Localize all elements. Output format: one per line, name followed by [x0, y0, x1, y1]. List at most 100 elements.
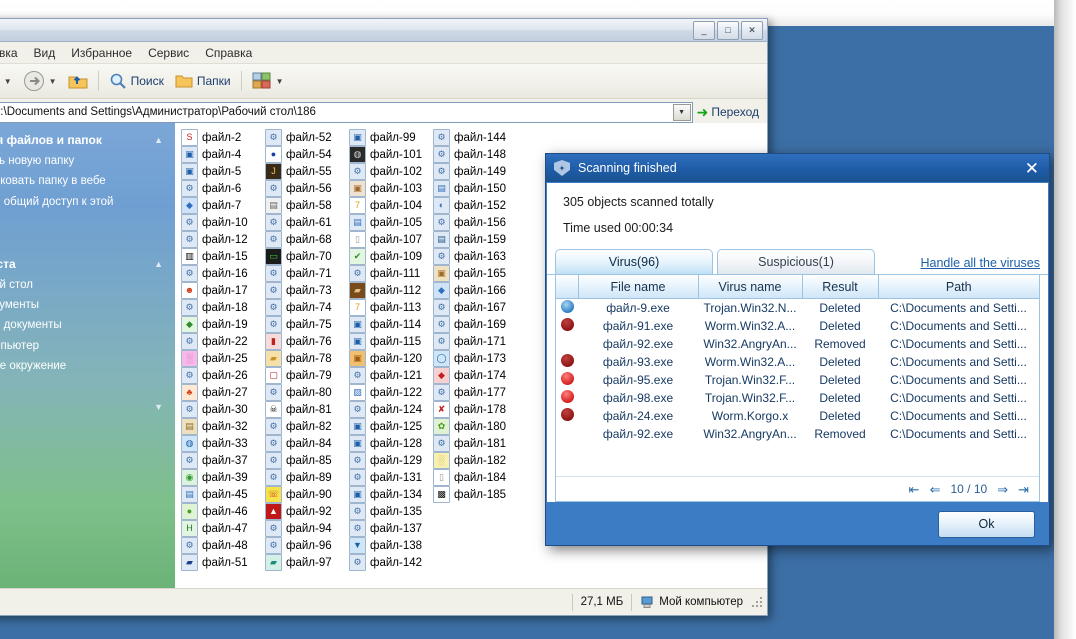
file-item[interactable]: ▰ файл-78 [265, 350, 349, 367]
scan-result-dialog[interactable]: ✦ Scanning finished ✕ 305 objects scanne… [545, 153, 1050, 546]
file-item[interactable]: ⚙ файл-137 [349, 520, 433, 537]
file-item[interactable]: ▣ файл-115 [349, 333, 433, 350]
back-button[interactable]: азад ▼ [0, 72, 15, 90]
file-item[interactable]: ▣ файл-120 [349, 350, 433, 367]
file-item[interactable]: ⚙ файл-48 [181, 537, 265, 554]
sidebar-panel-file-tasks[interactable]: для файлов и папок ▲ дать новую папку бл… [0, 131, 169, 233]
file-item[interactable]: ⚙ файл-129 [349, 452, 433, 469]
file-item[interactable]: ⚙ файл-94 [265, 520, 349, 537]
file-item[interactable]: ● файл-46 [181, 503, 265, 520]
file-item[interactable]: ▤ файл-45 [181, 486, 265, 503]
file-item[interactable]: ◉ файл-39 [181, 469, 265, 486]
task-sidebar[interactable]: для файлов и папок ▲ дать новую папку бл… [0, 123, 175, 588]
sidebar-link-share-folder[interactable]: ыть общий доступ к этой [0, 192, 169, 212]
file-item[interactable]: ▭ файл-70 [265, 248, 349, 265]
file-item[interactable]: ▣ файл-165 [433, 265, 517, 282]
file-item[interactable]: ⚙ файл-124 [349, 401, 433, 418]
table-row[interactable]: файл-92.exe Win32.AngryAn... Removed C:\Doc… [556, 425, 1039, 443]
sidebar-link-my-computer[interactable]: компьютер [0, 336, 169, 356]
file-item[interactable]: ⚙ файл-163 [433, 248, 517, 265]
file-item[interactable]: ⚙ файл-102 [349, 163, 433, 180]
file-item[interactable]: ◆ файл-19 [181, 316, 265, 333]
next-page-button[interactable]: ⇒ [997, 483, 1008, 496]
search-button[interactable]: Поиск [106, 70, 167, 92]
folders-button[interactable]: Папки [172, 71, 234, 91]
sidebar-link-shared-documents[interactable]: цие документы [0, 315, 169, 335]
file-item[interactable]: ⚙ файл-171 [433, 333, 517, 350]
sidebar-link-share-folder-cont[interactable]: ке [0, 212, 169, 232]
file-item[interactable]: ⚙ файл-73 [265, 282, 349, 299]
ok-button[interactable]: Ok [938, 510, 1035, 538]
file-item[interactable]: ⚙ файл-80 [265, 384, 349, 401]
table-row[interactable]: файл-93.exe Worm.Win32.A... Deleted C:\Docu… [556, 353, 1039, 371]
table-row[interactable]: файл-24.exe Worm.Korgo.x Deleted C:\Documen… [556, 407, 1039, 425]
chevron-down-icon[interactable]: ▼ [4, 77, 12, 86]
file-item[interactable]: ▮ файл-76 [265, 333, 349, 350]
file-item[interactable]: ● файл-54 [265, 146, 349, 163]
file-item[interactable]: ⚙ файл-177 [433, 384, 517, 401]
chevron-up-icon[interactable]: ▲ [154, 135, 163, 145]
table-pager[interactable]: ⇤ ⇐ 10 / 10 ⇒ ⇥ [556, 476, 1039, 501]
file-item[interactable]: ⚙ файл-6 [181, 180, 265, 197]
file-item[interactable]: ▩ файл-185 [433, 486, 517, 503]
th-file-name[interactable]: File name [578, 275, 699, 299]
menu-item-help[interactable]: Справка [205, 46, 252, 60]
file-item[interactable]: ▤ файл-150 [433, 180, 517, 197]
up-button[interactable] [65, 70, 91, 92]
file-item[interactable]: ⚙ файл-144 [433, 129, 517, 146]
file-item[interactable]: ◐ файл-152 [433, 197, 517, 214]
file-item[interactable]: ▥ файл-15 [181, 248, 265, 265]
file-item[interactable]: ✿ файл-180 [433, 418, 517, 435]
file-item[interactable]: ◆ файл-7 [181, 197, 265, 214]
file-item[interactable]: ⚙ файл-18 [181, 299, 265, 316]
file-item[interactable]: ⚙ файл-71 [265, 265, 349, 282]
file-item[interactable]: ⚙ файл-75 [265, 316, 349, 333]
sidebar-panel-details[interactable]: но ▼ [0, 398, 169, 418]
file-item[interactable]: ⚙ файл-22 [181, 333, 265, 350]
views-button[interactable]: ▼ [249, 70, 287, 92]
file-item[interactable]: Hфайл-47 [181, 520, 265, 537]
file-item[interactable]: ▨ файл-122 [349, 384, 433, 401]
address-input[interactable]: C:\Documents and Settings\Администратор\… [0, 101, 693, 123]
file-item[interactable]: ☻ файл-17 [181, 282, 265, 299]
close-icon[interactable]: ✕ [1023, 160, 1041, 177]
handle-all-viruses-link[interactable]: Handle all the viruses [920, 256, 1040, 274]
dialog-titlebar[interactable]: ✦ Scanning finished ✕ [546, 154, 1049, 182]
table-row[interactable]: файл-98.exe Trojan.Win32.F... Deleted C:\Do… [556, 389, 1039, 407]
maximize-button[interactable]: □ [717, 21, 739, 40]
minimize-button[interactable]: _ [693, 21, 715, 40]
file-item[interactable]: ◍ файл-101 [349, 146, 433, 163]
file-item[interactable]: ⚙ файл-37 [181, 452, 265, 469]
menu-item-tools[interactable]: Сервис [148, 46, 189, 60]
sidebar-link-new-folder[interactable]: дать новую папку [0, 151, 169, 171]
explorer-titlebar[interactable]: _ □ ✕ [0, 19, 767, 42]
file-item[interactable]: ⚙ файл-26 [181, 367, 265, 384]
file-item[interactable]: ▰ файл-97 [265, 554, 349, 571]
table-row[interactable]: файл-91.exe Worm.Win32.A... Deleted C:\Docu… [556, 317, 1039, 335]
file-item[interactable]: ⚙ файл-135 [349, 503, 433, 520]
file-item[interactable]: ✘ файл-178 [433, 401, 517, 418]
file-item[interactable]: ☏ файл-90 [265, 486, 349, 503]
file-item[interactable]: ▰ файл-51 [181, 554, 265, 571]
file-item[interactable]: ⚙ файл-10 [181, 214, 265, 231]
file-item[interactable]: ⚙ файл-131 [349, 469, 433, 486]
file-item[interactable]: ▤ файл-32 [181, 418, 265, 435]
menu-bar[interactable]: Правка Вид Избранное Сервис Справка [0, 42, 767, 64]
file-item[interactable]: Jфайл-55 [265, 163, 349, 180]
file-item[interactable]: ⚙ файл-61 [265, 214, 349, 231]
th-icon[interactable] [556, 275, 579, 299]
table-row[interactable]: файл-95.exe Trojan.Win32.F... Deleted C:\Do… [556, 371, 1039, 389]
file-item[interactable]: ⚙ файл-52 [265, 129, 349, 146]
file-item[interactable]: ◯ файл-173 [433, 350, 517, 367]
file-item[interactable]: ⚙ файл-56 [265, 180, 349, 197]
file-item[interactable]: ▣ файл-5 [181, 163, 265, 180]
th-virus-name[interactable]: Virus name [698, 275, 803, 299]
file-item[interactable]: ⚙ файл-142 [349, 554, 433, 571]
sidebar-panel-other-places[interactable]: места ▲ очий стол документы цие документ… [0, 255, 169, 377]
th-path[interactable]: Path [878, 275, 1039, 299]
file-item[interactable]: ⚙ файл-148 [433, 146, 517, 163]
file-item[interactable]: ⚙ файл-16 [181, 265, 265, 282]
sidebar-link-desktop[interactable]: очий стол [0, 275, 169, 295]
file-item[interactable]: ◍ файл-33 [181, 435, 265, 452]
last-page-button[interactable]: ⇥ [1018, 483, 1029, 496]
